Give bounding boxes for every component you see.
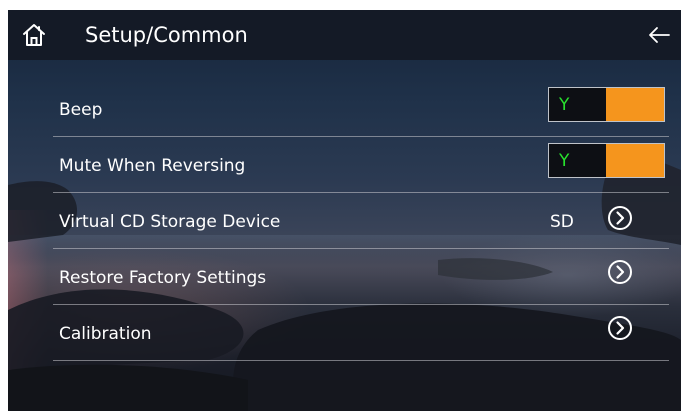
setting-row-mute-when-reversing[interactable]: Mute When Reversing Y: [53, 137, 669, 193]
setting-row-virtual-cd-storage[interactable]: Virtual CD Storage Device SD: [53, 193, 669, 249]
setting-label: Calibration: [59, 324, 152, 344]
setup-common-screen: Setup/Common Beep Y Mute When Reversing …: [8, 10, 681, 411]
back-arrow-icon[interactable]: [647, 24, 671, 46]
setting-row-calibration[interactable]: Calibration: [53, 305, 669, 361]
chevron-right-circle-icon[interactable]: [607, 259, 633, 285]
page-title: Setup/Common: [85, 23, 248, 47]
chevron-right-circle-icon[interactable]: [607, 205, 633, 231]
setting-row-beep[interactable]: Beep Y: [53, 81, 669, 137]
setting-label: Restore Factory Settings: [59, 268, 267, 288]
setting-row-restore-factory[interactable]: Restore Factory Settings: [53, 249, 669, 305]
toggle-knob: [606, 88, 664, 121]
beep-toggle[interactable]: Y: [548, 87, 665, 122]
storage-value: SD: [550, 212, 574, 232]
mute-when-reversing-toggle[interactable]: Y: [548, 143, 665, 178]
setting-label: Virtual CD Storage Device: [59, 212, 281, 232]
top-bar: Setup/Common: [8, 10, 681, 60]
setting-label: Mute When Reversing: [59, 156, 246, 176]
toggle-state: Y: [559, 95, 570, 115]
toggle-knob: [606, 144, 664, 177]
chevron-right-circle-icon[interactable]: [607, 315, 633, 341]
setting-label: Beep: [59, 100, 103, 120]
home-icon[interactable]: [21, 22, 47, 48]
toggle-state: Y: [559, 151, 570, 171]
